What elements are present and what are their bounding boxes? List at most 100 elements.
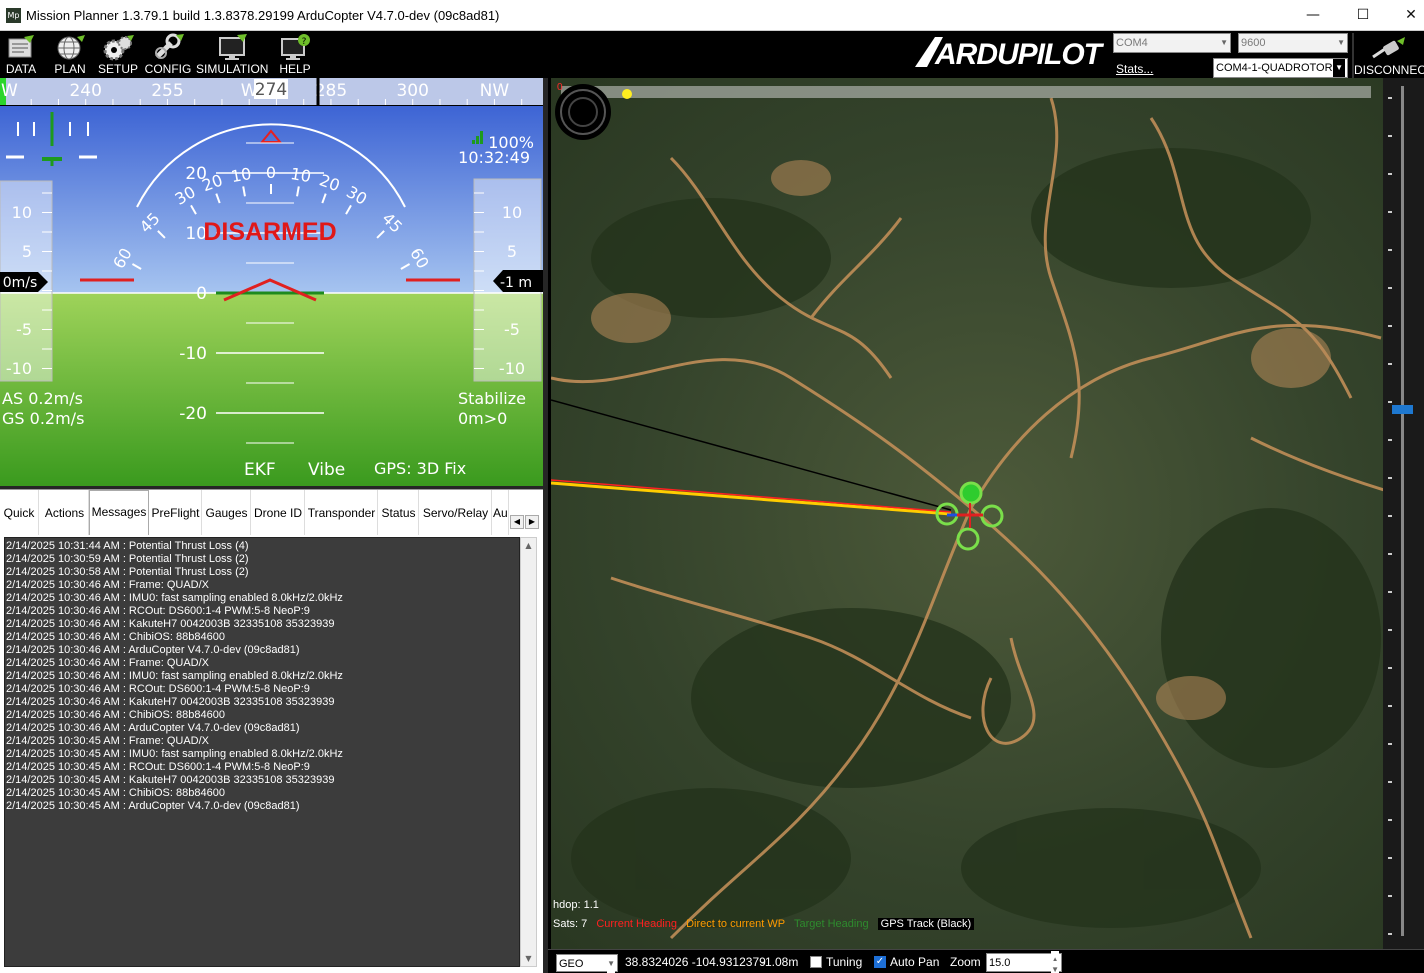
message-line: 2/14/2025 10:30:46 AM : ArduCopter V4.7.… xyxy=(6,644,300,656)
message-line: 2/14/2025 10:30:46 AM : Frame: QUAD/X xyxy=(6,579,209,591)
com-port-value: COM4 xyxy=(1116,37,1148,49)
position-altitude: -1.08m xyxy=(761,955,799,969)
config-button[interactable]: CONFIG xyxy=(144,31,192,78)
message-line: 2/14/2025 10:30:46 AM : ChibiOS: 88b8460… xyxy=(6,631,225,643)
com-port-select[interactable]: COM4 ▼ xyxy=(1113,33,1231,53)
map-panel[interactable]: 0 hdop: 1.1 Sats: 7 Current Heading Dire… xyxy=(548,78,1424,949)
minimize-button[interactable]: — xyxy=(1290,0,1336,31)
tab-messages[interactable]: Messages xyxy=(89,490,149,536)
vibe-status[interactable]: Vibe xyxy=(308,460,345,480)
mission-progress-bar xyxy=(561,86,1371,98)
chevron-down-icon: ▼ xyxy=(607,955,615,973)
message-line: 2/14/2025 10:30:46 AM : ArduCopter V4.7.… xyxy=(6,722,300,734)
gps-status: GPS: 3D Fix xyxy=(374,459,466,478)
tab-gauges[interactable]: Gauges xyxy=(203,490,251,536)
baud-rate-select[interactable]: 9600 ▼ xyxy=(1238,33,1348,53)
config-button-label: CONFIG xyxy=(144,62,192,76)
window-title: Mission Planner 1.3.79.1 build 1.3.8378.… xyxy=(26,8,500,23)
simulation-button[interactable]: SIMULATION xyxy=(196,31,268,78)
stats-link[interactable]: Stats... xyxy=(1116,62,1153,76)
scroll-up-icon[interactable]: ▲ xyxy=(521,538,536,553)
message-line: 2/14/2025 10:30:46 AM : ChibiOS: 88b8460… xyxy=(6,709,225,721)
tab-transponder[interactable]: Transponder xyxy=(306,490,378,536)
maximize-button[interactable]: ☐ xyxy=(1340,0,1386,31)
help-button[interactable]: ? HELP xyxy=(272,31,318,78)
legend-target-heading: Target Heading xyxy=(793,918,869,930)
tab-quick[interactable]: Quick xyxy=(0,490,39,536)
link-value: COM4-1-QUADROTOR xyxy=(1216,62,1333,74)
tab-servo-relay[interactable]: Servo/Relay xyxy=(420,490,492,536)
link-select[interactable]: COM4-1-QUADROTOR ▼ xyxy=(1213,58,1348,78)
speed-tick-label: -5 xyxy=(16,320,32,339)
tab-drone-id[interactable]: Drone ID xyxy=(252,490,305,536)
message-line: 2/14/2025 10:30:59 AM : Potential Thrust… xyxy=(6,553,249,565)
zoom-stepper[interactable]: 15.0 ▲ ▼ xyxy=(986,951,1062,973)
roll-label: 10 xyxy=(289,164,312,186)
tab-actions[interactable]: Actions xyxy=(41,490,89,536)
alt-tick-label: 5 xyxy=(507,242,517,261)
speed-value: 0m/s xyxy=(3,275,38,291)
mission-planner-window: Mp Mission Planner 1.3.79.1 build 1.3.83… xyxy=(0,0,1424,973)
zoom-slider-track xyxy=(1388,86,1413,936)
message-line: 2/14/2025 10:31:44 AM : Potential Thrust… xyxy=(6,540,249,552)
message-line: 2/14/2025 10:30:58 AM : Potential Thrust… xyxy=(6,566,249,578)
heading-label: 240 xyxy=(69,81,101,101)
message-line: 2/14/2025 10:30:46 AM : RCOut: DS600:1-4… xyxy=(6,683,310,695)
auto-pan-checkbox[interactable]: ✓ xyxy=(874,956,886,968)
hdop-label: hdop: 1.1 xyxy=(553,899,599,911)
compass-rose xyxy=(555,84,611,140)
help-monitor-icon: ? xyxy=(281,34,310,60)
pitch-label: -20 xyxy=(179,404,207,424)
zoom-slider[interactable] xyxy=(1383,78,1424,949)
monitor-icon xyxy=(219,34,247,60)
alt-tick-label: -10 xyxy=(499,359,525,378)
pitch-label: 0 xyxy=(196,284,207,304)
tab-auto[interactable]: Au xyxy=(493,490,509,536)
heading-label: 255 xyxy=(151,81,183,101)
messages-scrollbar[interactable]: ▲ ▼ xyxy=(520,537,537,967)
stepper-down-icon[interactable]: ▼ xyxy=(1051,961,1059,973)
message-line: 2/14/2025 10:30:46 AM : KakuteH7 0042003… xyxy=(6,618,335,630)
setup-button-label: SETUP xyxy=(97,62,138,76)
title-bar: Mp Mission Planner 1.3.79.1 build 1.3.83… xyxy=(0,0,1424,31)
airspeed: AS 0.2m/s xyxy=(2,389,83,408)
svg-text:ARDUPILOT: ARDUPILOT xyxy=(934,38,1105,70)
waypoint-distance: 0m>0 xyxy=(458,409,507,428)
message-line: 2/14/2025 10:30:46 AM : RCOut: DS600:1-4… xyxy=(6,605,310,617)
heading-label: SW xyxy=(0,81,18,101)
ekf-status[interactable]: EKF xyxy=(244,460,276,480)
legend-gps-track: GPS Track (Black) xyxy=(877,918,975,930)
map-legend: Sats: 7 Current Heading Direct to curren… xyxy=(553,918,980,930)
data-button[interactable]: DATA xyxy=(0,31,42,78)
tuning-checkbox[interactable] xyxy=(810,956,822,968)
tuning-label: Tuning xyxy=(826,955,863,969)
messages-list[interactable]: 2/14/2025 10:31:44 AM : Potential Thrust… xyxy=(4,537,520,967)
disconnect-button[interactable]: DISCONNECT xyxy=(1352,33,1424,78)
tab-status[interactable]: Status xyxy=(379,490,419,536)
message-line: 2/14/2025 10:30:45 AM : Frame: QUAD/X xyxy=(6,735,209,747)
message-line: 2/14/2025 10:30:46 AM : IMU0: fast sampl… xyxy=(6,592,343,604)
satellite-map[interactable] xyxy=(551,78,1424,949)
sky xyxy=(0,106,543,293)
close-button[interactable]: ✕ xyxy=(1388,0,1424,31)
tab-preflight[interactable]: PreFlight xyxy=(150,490,202,536)
setup-button[interactable]: SETUP xyxy=(96,31,140,78)
tab-scroll-left-button[interactable]: ◀ xyxy=(510,515,524,529)
plan-button[interactable]: PLAN xyxy=(46,31,94,78)
legend-direct-to-wp: Direct to current WP xyxy=(686,918,786,930)
auto-pan-label: Auto Pan xyxy=(890,955,940,969)
message-line: 2/14/2025 10:30:45 AM : ChibiOS: 88b8460… xyxy=(6,787,225,799)
map-status-bar: GEO ▼ 38.8324026 -104.9312379 -1.08m Tuni… xyxy=(548,949,1424,973)
coord-system-value: GEO xyxy=(559,958,584,970)
coord-system-select[interactable]: GEO ▼ xyxy=(556,954,618,973)
altitude-value: -1 m xyxy=(500,275,532,291)
svg-text:?: ? xyxy=(302,37,307,47)
tab-scroll-right-button[interactable]: ▶ xyxy=(525,515,539,529)
scroll-down-icon[interactable]: ▼ xyxy=(521,951,536,966)
zoom-slider-thumb[interactable] xyxy=(1392,405,1413,414)
coordinates: 38.8324026 -104.9312379 xyxy=(625,955,766,969)
zoom-value: 15.0 xyxy=(989,957,1011,969)
hud-display: SW240255W285300NW 274 604530201001020304… xyxy=(0,78,543,486)
messages-panel: 2/14/2025 10:31:44 AM : Potential Thrust… xyxy=(0,535,543,973)
message-line: 2/14/2025 10:30:45 AM : RCOut: DS600:1-4… xyxy=(6,761,310,773)
